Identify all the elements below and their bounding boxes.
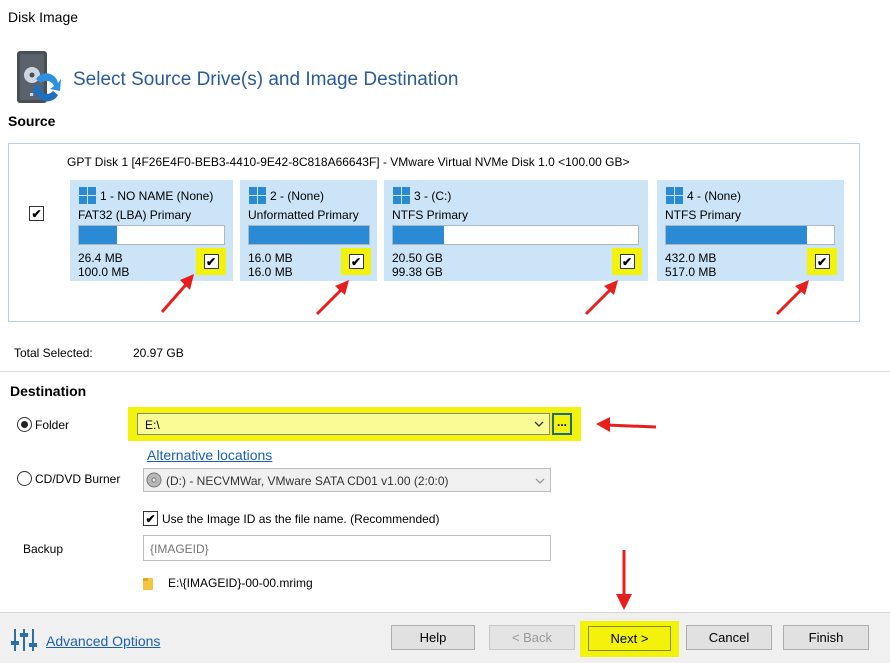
burner-drive-value: (D:) - NECVMWar, VMware SATA CD01 v1.00 … <box>166 474 449 488</box>
next-button[interactable]: Next > <box>588 626 671 651</box>
optical-drive-icon <box>146 472 162 488</box>
partition-usage-fill <box>79 226 117 244</box>
windows-logo-icon <box>393 187 410 204</box>
destination-section-label: Destination <box>10 383 87 399</box>
folder-highlight: E:\ ... <box>128 407 581 441</box>
partition-checkbox-highlight: ✔ <box>341 248 371 275</box>
backup-filename-placeholder: {IMAGEID} <box>150 542 209 556</box>
next-button-highlight: Next > <box>580 621 679 657</box>
checkmark-icon: ✔ <box>145 511 156 526</box>
checkmark-icon: ✔ <box>31 206 42 221</box>
burner-label: CD/DVD Burner <box>35 472 121 486</box>
cancel-button[interactable]: Cancel <box>686 625 772 650</box>
total-selected-value: 20.97 GB <box>133 346 184 360</box>
partition-checkbox-highlight: ✔ <box>807 248 837 275</box>
radio-selected-dot <box>21 421 28 428</box>
partition-checkbox[interactable]: ✔ <box>203 254 219 269</box>
partition-total: 517.0 MB <box>665 265 717 279</box>
partition-card[interactable]: 2 - (None) Unformatted Primary 16.0 MB 1… <box>240 180 377 281</box>
partition-card[interactable]: 4 - (None) NTFS Primary 432.0 MB 517.0 M… <box>657 180 844 281</box>
partition-checkbox-highlight: ✔ <box>612 248 642 275</box>
partition-type: NTFS Primary <box>665 208 741 222</box>
partition-card[interactable]: 3 - (C:) NTFS Primary 20.50 GB 99.38 GB … <box>384 180 648 281</box>
checkmark-icon: ✔ <box>205 254 217 269</box>
folder-value: E:\ <box>145 418 160 432</box>
output-file-path: E:\{IMAGEID}-00-00.mrimg <box>168 576 313 590</box>
partition-card[interactable]: 1 - NO NAME (None) FAT32 (LBA) Primary 2… <box>70 180 233 281</box>
window-title: Disk Image <box>8 9 79 25</box>
partition-checkbox[interactable]: ✔ <box>348 254 364 269</box>
alternative-locations-link[interactable]: Alternative locations <box>147 447 272 463</box>
partition-type: FAT32 (LBA) Primary <box>78 208 192 222</box>
finish-button[interactable]: Finish <box>783 625 869 650</box>
partition-title: 4 - (None) <box>687 189 742 203</box>
partition-type: NTFS Primary <box>392 208 468 222</box>
windows-logo-icon <box>249 187 266 204</box>
source-section-label: Source <box>8 113 56 129</box>
partition-total: 99.38 GB <box>392 265 443 279</box>
disk-label: GPT Disk 1 [4F26E4F0-BEB3-4410-9E42-8C81… <box>67 155 630 169</box>
windows-logo-icon <box>79 187 96 204</box>
windows-logo-icon <box>666 187 683 204</box>
partition-usage-fill <box>393 226 445 244</box>
use-image-id-checkbox[interactable]: ✔ <box>143 511 158 526</box>
advanced-options-link[interactable]: Advanced Options <box>46 633 160 649</box>
backup-filename-input[interactable]: {IMAGEID} <box>143 535 551 561</box>
burner-drive-combobox[interactable]: (D:) - NECVMWar, VMware SATA CD01 v1.00 … <box>143 468 551 492</box>
partition-usage-bar <box>392 225 639 245</box>
partition-checkbox[interactable]: ✔ <box>619 254 635 269</box>
partition-title: 2 - (None) <box>270 189 325 203</box>
chevron-down-icon <box>534 421 544 427</box>
advanced-options-icon <box>11 629 37 651</box>
divider <box>0 371 890 372</box>
backup-label: Backup <box>23 542 64 556</box>
partition-usage-bar <box>665 225 835 245</box>
help-button[interactable]: Help <box>391 625 475 650</box>
red-arrow-icon <box>596 417 657 432</box>
checkmark-icon: ✔ <box>816 254 828 269</box>
partition-usage-bar <box>248 225 370 245</box>
partition-title: 1 - NO NAME (None) <box>100 189 214 203</box>
use-image-id-label: Use the Image ID as the file name. (Reco… <box>162 512 440 526</box>
disk-image-icon <box>14 49 62 107</box>
back-button[interactable]: < Back <box>489 625 575 650</box>
partition-used: 26.4 MB <box>78 251 123 265</box>
page-title: Select Source Drive(s) and Image Destina… <box>73 69 459 90</box>
folder-label: Folder <box>35 418 70 432</box>
partition-total: 100.0 MB <box>78 265 130 279</box>
file-icon <box>143 578 153 590</box>
partition-type: Unformatted Primary <box>248 208 359 222</box>
checkmark-icon: ✔ <box>350 254 362 269</box>
partition-usage-fill <box>666 226 808 244</box>
browse-button[interactable]: ... <box>552 413 572 435</box>
partition-used: 432.0 MB <box>665 251 717 265</box>
folder-combobox[interactable]: E:\ <box>137 413 550 435</box>
footer-bar: Advanced Options Help < Back Next > Canc… <box>0 613 890 663</box>
partition-usage-fill <box>249 226 369 244</box>
chevron-down-icon <box>535 478 545 484</box>
folder-radio[interactable] <box>17 417 32 432</box>
partition-usage-bar <box>78 225 225 245</box>
partition-title: 3 - (C:) <box>414 189 452 203</box>
disk-checkbox[interactable]: ✔ <box>29 206 44 221</box>
partition-checkbox-highlight: ✔ <box>196 248 226 275</box>
partition-total: 16.0 MB <box>248 265 293 279</box>
total-selected-label: Total Selected: <box>14 346 93 360</box>
partition-checkbox[interactable]: ✔ <box>814 254 830 269</box>
partition-used: 16.0 MB <box>248 251 293 265</box>
checkmark-icon: ✔ <box>621 254 633 269</box>
burner-radio[interactable] <box>17 471 32 486</box>
partition-used: 20.50 GB <box>392 251 443 265</box>
red-arrow-icon <box>616 550 632 610</box>
